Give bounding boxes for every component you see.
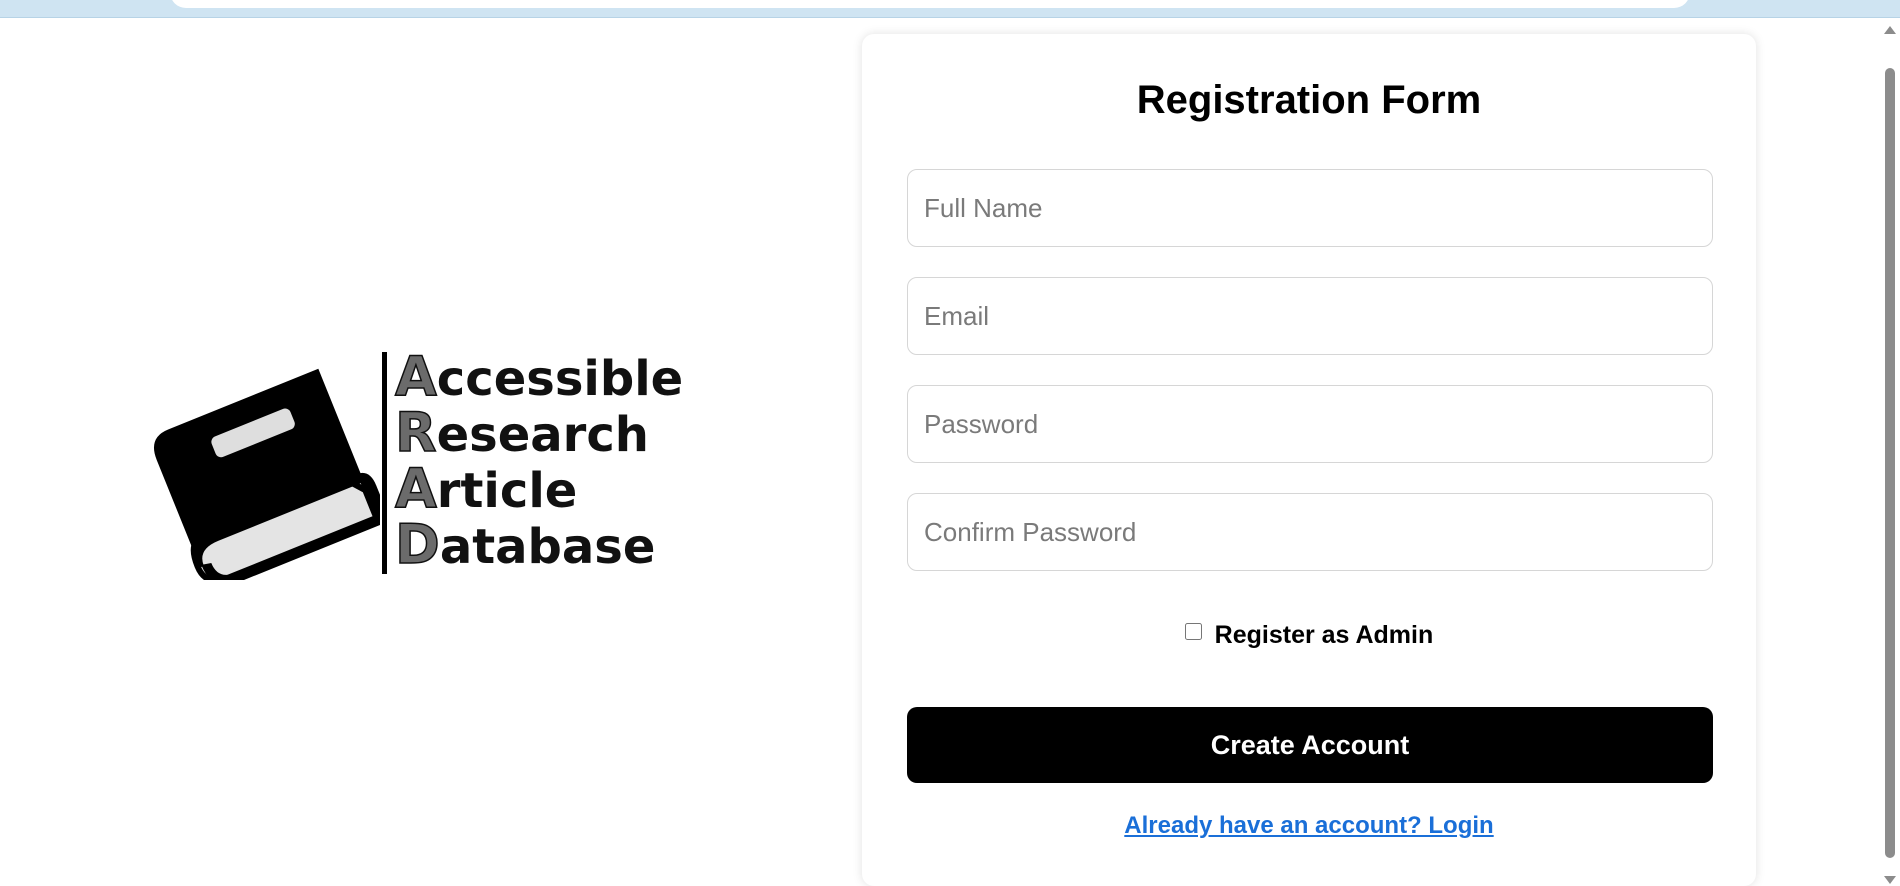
browser-top-strip	[0, 0, 1900, 18]
form-title: Registration Form	[1136, 78, 1482, 122]
create-account-button[interactable]: Create Account	[907, 707, 1713, 783]
email-input[interactable]	[907, 277, 1713, 355]
register-admin-checkbox[interactable]	[1184, 623, 1202, 640]
logo-line-3: Article	[394, 457, 578, 520]
login-link-row: Already have an account? Login	[862, 812, 1756, 840]
register-admin-label: Register as Admin	[1214, 621, 1434, 649]
scrollbar-thumb[interactable]	[1885, 68, 1895, 858]
confirm-password-input[interactable]	[907, 493, 1713, 571]
logo-line-2: Research	[394, 401, 649, 464]
logo-line-4: Database	[394, 513, 656, 576]
full-name-input[interactable]	[907, 169, 1713, 247]
scroll-down-icon[interactable]	[1884, 876, 1896, 884]
address-bar[interactable]	[170, 0, 1690, 8]
logo-line-1: Accessible	[394, 345, 684, 408]
scroll-up-icon[interactable]	[1884, 26, 1896, 34]
book-icon	[154, 368, 380, 580]
admin-option-row: Register as Admin	[862, 621, 1756, 650]
logo-divider	[382, 352, 387, 574]
logo-wordmark: Accessible Research Article Database	[394, 345, 684, 576]
page-scrollbar[interactable]	[1880, 18, 1900, 886]
password-input[interactable]	[907, 385, 1713, 463]
login-link[interactable]: Already have an account? Login	[1124, 812, 1493, 839]
registration-card: Registration Form Register as Admin Crea…	[862, 34, 1756, 886]
arad-logo: Accessible Research Article Database	[150, 340, 683, 580]
